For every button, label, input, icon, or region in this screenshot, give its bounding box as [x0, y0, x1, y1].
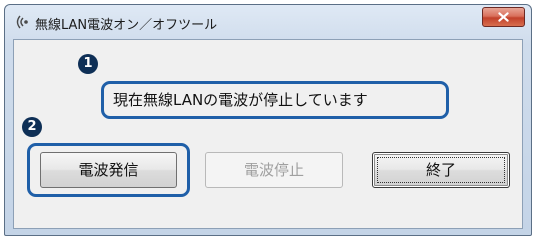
exit-button[interactable]: 終了: [372, 152, 510, 188]
exit-label: 終了: [425, 161, 456, 179]
start-transmission-label: 電波発信: [78, 161, 139, 179]
start-transmission-button[interactable]: 電波発信: [40, 152, 177, 188]
close-icon: [498, 12, 509, 22]
annotation-marker-2: 2: [22, 117, 42, 137]
wireless-signal-icon: [16, 15, 28, 29]
status-message: 現在無線LANの電波が停止しています: [113, 91, 368, 109]
stop-transmission-label: 電波停止: [243, 161, 304, 179]
dialog-window: 無線LAN電波オン／オフツール: [4, 4, 532, 236]
close-button[interactable]: [482, 7, 525, 27]
annotation-marker-1: 1: [78, 54, 98, 74]
stop-transmission-button: 電波停止: [205, 152, 343, 188]
window-title: 無線LAN電波オン／オフツール: [35, 18, 218, 33]
title-bar[interactable]: 無線LAN電波オン／オフツール: [5, 5, 531, 39]
